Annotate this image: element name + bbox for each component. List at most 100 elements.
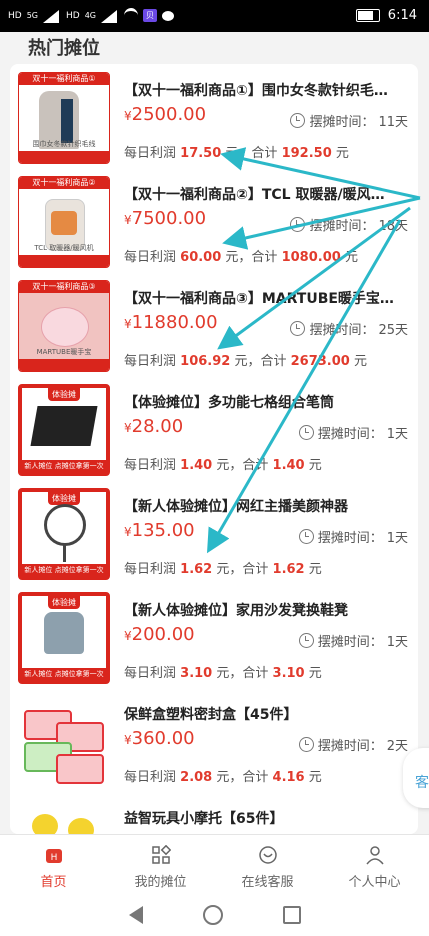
product-price: ¥28.00 <box>124 416 184 437</box>
stall-list: 双十一福利商品① 围巾女冬款针织毛线 【双十一福利商品①】围巾女冬款针织毛… ¥… <box>10 64 418 834</box>
nav-my-stall[interactable]: 我的摊位 <box>107 841 214 890</box>
heater-image-grill <box>51 211 77 235</box>
thumbnail-banner: 双十一福利商品② <box>19 177 109 189</box>
thumbnail-badge: 体验摊 <box>48 388 80 401</box>
clock-icon <box>298 737 314 752</box>
daily-profit: 每日利润 17.50 元，合计 192.50 元 <box>124 146 349 161</box>
thumbnail-footer <box>19 255 109 267</box>
ring-light-image <box>44 504 86 546</box>
network-gen-label-2: 4G <box>84 11 96 20</box>
product-name: 【体验摊位】多功能七格组合笔筒 <box>124 395 334 411</box>
message-icon <box>162 10 174 21</box>
scarf-image-stripe <box>61 99 73 143</box>
product-thumbnail: 双十一福利商品③ MARTUBE暖手宝 <box>18 280 110 372</box>
clock-icon <box>298 529 314 544</box>
thumbnail-footer: 新人摊位 点摊位拿第一次 <box>22 460 106 472</box>
product-thumbnail: 体验摊 新人摊位 点摊位拿第一次 <box>18 592 110 684</box>
daily-profit: 每日利润 106.92 元，合计 2673.00 元 <box>124 354 367 369</box>
nav-online-service-label: 在线客服 <box>241 875 294 890</box>
container-image-4 <box>56 754 104 784</box>
list-item[interactable]: 双十一福利商品① 围巾女冬款针织毛线 【双十一福利商品①】围巾女冬款针织毛… ¥… <box>10 64 418 168</box>
product-name: 【新人体验摊位】网红主播美颜神器 <box>124 499 348 515</box>
clock-icon <box>290 321 306 336</box>
stool-image <box>44 612 84 654</box>
grid-icon <box>151 845 171 864</box>
clock-icon <box>298 425 314 440</box>
product-price: ¥135.00 <box>124 520 195 541</box>
product-thumbnail: 双十一福利商品① 围巾女冬款针织毛线 <box>18 72 110 164</box>
list-item[interactable]: 双十一福利商品③ MARTUBE暖手宝 【双十一福利商品③】MARTUBE暖手宝… <box>10 272 418 376</box>
network-type-label-2: HD <box>66 10 80 21</box>
svg-text:H: H <box>50 853 57 863</box>
clock-icon <box>298 633 314 648</box>
stall-duration: 摆摊时间： 11天 <box>290 111 408 130</box>
daily-profit: 每日利润 60.00 元，合计 1080.00 元 <box>124 250 358 265</box>
stall-duration: 摆摊时间： 1天 <box>298 631 408 650</box>
network-type-label: HD <box>8 10 22 21</box>
thumbnail-caption: MARTUBE暖手宝 <box>36 348 92 356</box>
customer-service-float-button[interactable]: 客 <box>403 748 429 808</box>
duck-toy-image-2 <box>68 818 94 834</box>
list-item[interactable]: 保鲜盒塑料密封盒【45件】 ¥360.00 摆摊时间： 2天 每日利润 2.08 … <box>10 688 418 792</box>
thumbnail-footer <box>19 359 109 371</box>
product-price: ¥360.00 <box>124 728 195 749</box>
signal-icon <box>43 9 61 23</box>
chat-icon <box>258 846 277 864</box>
thumbnail-footer <box>19 151 109 163</box>
stall-duration: 摆摊时间： 1天 <box>298 527 408 546</box>
list-item[interactable]: 体验摊 新人摊位 点摊位拿第一次 【体验摊位】多功能七格组合笔筒 ¥28.00 … <box>10 376 418 480</box>
back-icon[interactable] <box>128 906 143 924</box>
product-price: ¥11880.00 <box>124 312 218 333</box>
status-bar: HD 5G HD 4G 贝 6:14 <box>0 0 429 32</box>
thumbnail-caption: 围巾女冬款针织毛线 <box>32 140 96 148</box>
daily-profit: 每日利润 1.62 元，合计 1.62 元 <box>124 562 322 577</box>
thumbnail-banner: 双十一福利商品① <box>19 73 109 85</box>
thumbnail-badge: 体验摊 <box>48 596 80 609</box>
stall-duration: 摆摊时间： 18天 <box>290 215 408 234</box>
product-thumbnail: 双十一福利商品② TCL 取暖器/暖风机 <box>18 176 110 268</box>
product-thumbnail <box>18 696 108 786</box>
battery-icon <box>355 9 380 22</box>
product-name: 【新人体验摊位】家用沙发凳换鞋凳 <box>124 603 348 619</box>
product-price: ¥7500.00 <box>124 208 207 229</box>
list-item[interactable]: 体验摊 新人摊位 点摊位拿第一次 【新人体验摊位】网红主播美颜神器 ¥135.0… <box>10 480 418 584</box>
home-icon: H <box>45 849 62 863</box>
network-gen-label: 5G <box>26 11 38 20</box>
thumbnail-footer: 新人摊位 点摊位拿第一次 <box>22 564 106 576</box>
thumbnail-footer: 新人摊位 点摊位拿第一次 <box>22 668 106 680</box>
nav-online-service[interactable]: 在线客服 <box>214 841 321 890</box>
list-item[interactable]: 双十一福利商品② TCL 取暖器/暖风机 【双十一福利商品②】TCL 取暖器/暖… <box>10 168 418 272</box>
product-price: ¥200.00 <box>124 624 195 645</box>
clock-icon <box>290 113 306 128</box>
nav-my-stall-label: 我的摊位 <box>134 875 187 890</box>
ring-light-stand <box>63 544 66 562</box>
thumbnail-caption: TCL 取暖器/暖风机 <box>34 244 94 252</box>
product-thumbnail: 体验摊 新人摊位 点摊位拿第一次 <box>18 384 110 476</box>
nav-home-label: 首页 <box>40 875 67 890</box>
app-notification-icon: 贝 <box>143 9 157 22</box>
nav-profile-label: 个人中心 <box>348 875 401 890</box>
signal-icon-2 <box>101 9 119 23</box>
stall-duration: 摆摊时间： 25天 <box>290 319 408 338</box>
stall-duration: 摆摊时间： 2天 <box>298 735 408 754</box>
clock-icon <box>290 217 306 232</box>
product-price: ¥2500.00 <box>124 104 207 125</box>
product-name: 【双十一福利商品②】TCL 取暖器/暖风… <box>124 187 385 203</box>
product-name: 益智玩具小摩托【65件】 <box>124 811 284 827</box>
bottom-nav: H 首页 我的摊位 在线客服 个人中心 <box>0 834 429 895</box>
nav-home[interactable]: H 首页 <box>0 841 107 890</box>
system-nav-bar <box>0 894 429 936</box>
recents-icon[interactable] <box>282 906 301 924</box>
daily-profit: 每日利润 2.08 元，合计 4.16 元 <box>124 770 322 785</box>
wifi-icon <box>124 8 138 23</box>
daily-profit: 每日利润 3.10 元，合计 3.10 元 <box>124 666 322 681</box>
page-title: 热门摊位 <box>28 38 100 59</box>
hand-warmer-image <box>41 307 89 347</box>
product-name: 【双十一福利商品③】MARTUBE暖手宝… <box>124 291 394 307</box>
list-item[interactable]: 体验摊 新人摊位 点摊位拿第一次 【新人体验摊位】家用沙发凳换鞋凳 ¥200.0… <box>10 584 418 688</box>
list-item[interactable]: 益智玩具小摩托【65件】 <box>10 792 418 834</box>
home-circle-icon[interactable] <box>202 905 223 925</box>
pen-holder-image <box>30 406 98 446</box>
nav-profile[interactable]: 个人中心 <box>321 841 428 890</box>
product-name: 保鲜盒塑料密封盒【45件】 <box>124 707 298 723</box>
